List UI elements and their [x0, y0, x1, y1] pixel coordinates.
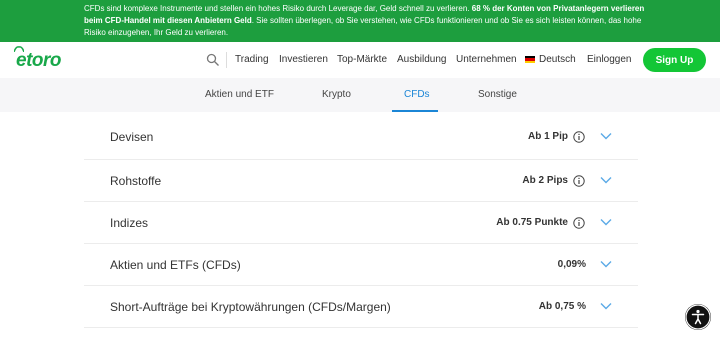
nav-ausbildung[interactable]: Ausbildung [397, 54, 446, 65]
logo-leaf-icon [14, 46, 24, 52]
top-header: etoro Trading Investieren Top-Märkte Aus… [0, 42, 720, 78]
etoro-logo[interactable]: etoro [14, 46, 62, 72]
sign-up-button[interactable]: Sign Up [643, 48, 706, 72]
logo-text: etoro [16, 50, 62, 71]
tab-sonstige[interactable]: Sonstige [478, 89, 517, 100]
fee-row-value: Ab 2 Pips [522, 175, 568, 186]
accessibility-icon[interactable] [685, 304, 711, 330]
fee-row-label: Rohstoffe [110, 174, 162, 188]
fee-row-value: 0,09% [557, 259, 586, 270]
fee-row-label: Indizes [110, 216, 149, 230]
fee-list: Devisen Ab 1 Pip Rohstoffe Ab 2 Pips Ind… [84, 116, 638, 328]
fee-row-label: Short-Aufträge bei Kryptowährungen (CFDs… [110, 300, 391, 314]
chevron-down-icon[interactable] [600, 132, 612, 140]
fee-row-value: Ab 1 Pip [527, 131, 568, 142]
fee-row-label: Aktien und ETFs (CFDs) [110, 258, 241, 272]
fee-row-value: Ab 0.75 Punkte [496, 217, 568, 228]
fee-row-short-krypto[interactable]: Short-Aufträge bei Kryptowährungen (CFDs… [84, 286, 638, 328]
risk-warning-banner: CFDs sind komplexe Instrumente und stell… [0, 0, 720, 42]
info-icon[interactable] [573, 175, 585, 187]
fee-row-rohstoffe[interactable]: Rohstoffe Ab 2 Pips [84, 160, 638, 202]
language-selector[interactable]: Deutsch [539, 54, 576, 65]
nav-investieren[interactable]: Investieren [279, 54, 328, 65]
category-tabs: Aktien und ETF Krypto CFDs Sonstige [0, 78, 720, 112]
chevron-down-icon[interactable] [600, 302, 612, 310]
risk-text-1: CFDs sind komplexe Instrumente und stell… [84, 4, 472, 13]
fee-row-devisen[interactable]: Devisen Ab 1 Pip [84, 116, 638, 160]
nav-divider [226, 52, 227, 68]
tab-aktien-etf[interactable]: Aktien und ETF [205, 89, 274, 100]
info-icon[interactable] [573, 131, 585, 143]
german-flag-icon [525, 56, 535, 63]
fee-row-aktien-etfs[interactable]: Aktien und ETFs (CFDs) 0,09% [84, 244, 638, 286]
fee-row-value: Ab 0,75 % [538, 301, 586, 312]
fee-row-label: Devisen [110, 130, 154, 144]
nav-unternehmen[interactable]: Unternehmen [456, 54, 517, 65]
chevron-down-icon[interactable] [600, 218, 612, 226]
nav-top-maerkte[interactable]: Top-Märkte [337, 54, 387, 65]
info-icon[interactable] [573, 217, 585, 229]
tab-krypto[interactable]: Krypto [322, 89, 351, 100]
active-tab-indicator [392, 110, 438, 112]
login-link[interactable]: Einloggen [587, 54, 631, 65]
chevron-down-icon[interactable] [600, 176, 612, 184]
tab-cfds[interactable]: CFDs [404, 89, 430, 100]
fee-row-indizes[interactable]: Indizes Ab 0.75 Punkte [84, 202, 638, 244]
search-icon[interactable] [206, 53, 220, 67]
chevron-down-icon[interactable] [600, 260, 612, 268]
nav-trading[interactable]: Trading [235, 54, 269, 65]
